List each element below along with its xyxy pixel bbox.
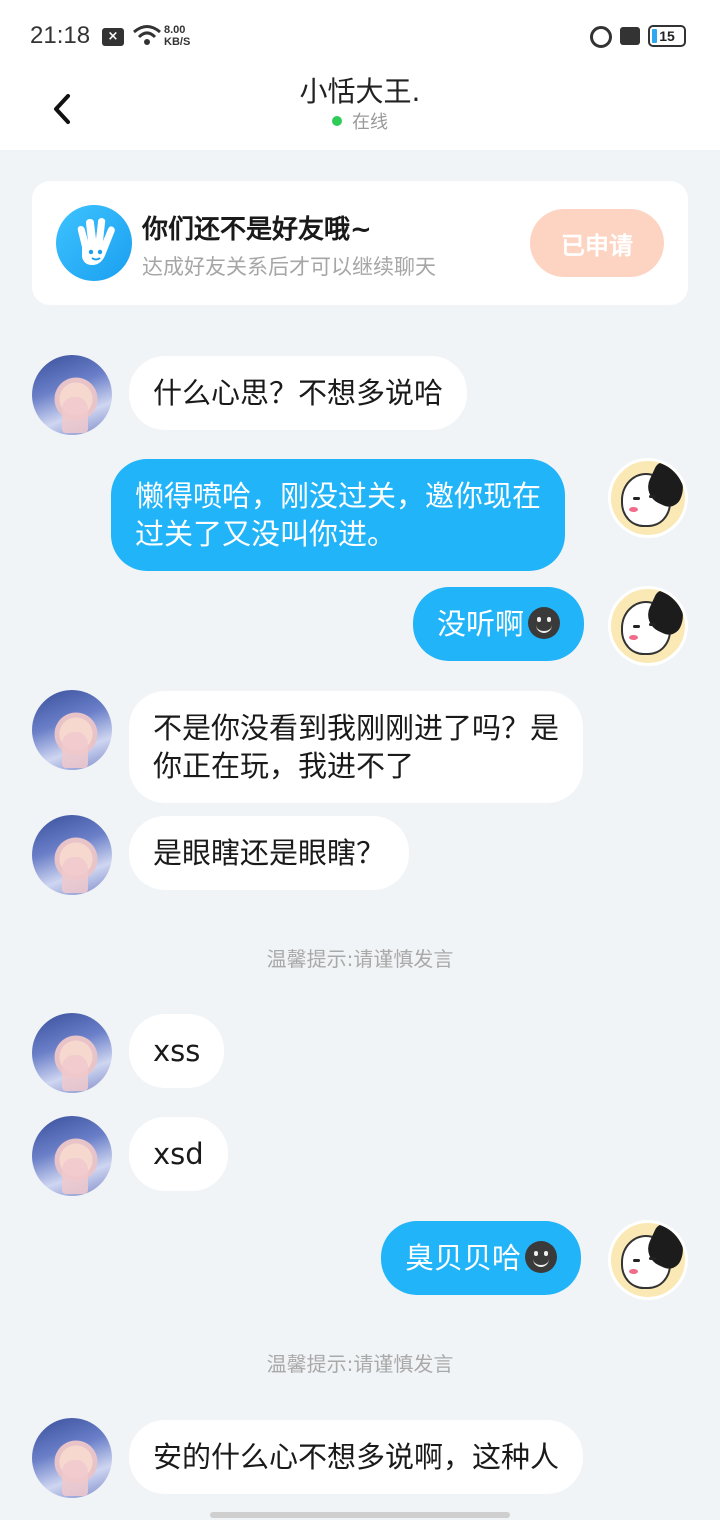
my-avatar[interactable]: [608, 1220, 688, 1300]
message-bubble-received[interactable]: xsd: [129, 1117, 228, 1191]
system-tip: 温馨提示:请谨慎发言: [266, 1352, 454, 1376]
contact-avatar[interactable]: [32, 1418, 112, 1498]
contact-avatar[interactable]: [32, 690, 112, 770]
dark-smile-emoji-icon: [528, 607, 561, 639]
notification-x-icon: ×: [102, 28, 124, 46]
message-bubble-received[interactable]: 是眼瞎还是眼瞎？: [129, 816, 410, 890]
chat-title: 小恬大王.: [299, 75, 421, 108]
friend-request-card: 你们还不是好友哦~ 达成好友关系后才可以继续聊天 已申请: [32, 181, 688, 305]
message-muted-icon: [620, 27, 640, 45]
dark-smile-emoji-icon: [525, 1241, 558, 1273]
message-bubble-sent[interactable]: 懒得喷哈，刚没过关，邀你现在 过关了又没叫你进。: [111, 459, 566, 571]
my-avatar[interactable]: [608, 586, 688, 666]
message-bubble-received[interactable]: xss: [129, 1014, 225, 1088]
message-bubble-received[interactable]: 安的什么心不想多说啊，这种人: [129, 1420, 584, 1494]
network-speed: 8.00 KB/S: [164, 24, 191, 48]
message-line: 懒得喷哈，刚没过关，邀你现在: [135, 479, 542, 513]
status-bar: 21:18 × 8.00 KB/S 15: [0, 0, 720, 68]
message-bubble-received[interactable]: 不是你没看到我刚刚进了吗？是 你正在玩，我进不了: [129, 691, 584, 803]
my-avatar[interactable]: [608, 458, 688, 538]
message-bubble-sent[interactable]: 没听啊: [413, 587, 585, 661]
online-dot-icon: [332, 116, 342, 126]
friend-card-title: 你们还不是好友哦~: [142, 215, 372, 245]
status-time: 21:18: [30, 22, 91, 49]
data-saver-icon: [590, 26, 612, 48]
battery-icon: 15: [648, 25, 686, 47]
contact-avatar[interactable]: [32, 1116, 112, 1196]
online-status: 在线: [0, 108, 720, 134]
message-line: 不是你没看到我刚刚进了吗？是: [153, 711, 560, 745]
contact-avatar[interactable]: [32, 1013, 112, 1093]
wifi-icon: [132, 24, 162, 50]
home-indicator[interactable]: [210, 1512, 510, 1518]
chat-header: 小恬大王. 在线: [0, 68, 720, 150]
friend-card-subtitle: 达成好友关系后才可以继续聊天: [142, 255, 436, 279]
wave-hand-icon: [56, 205, 132, 281]
contact-avatar[interactable]: [32, 815, 112, 895]
message-line: 过关了又没叫你进。: [135, 517, 397, 551]
message-bubble-sent[interactable]: 臭贝贝哈: [381, 1221, 582, 1295]
message-line: 你正在玩，我进不了: [153, 749, 415, 783]
applied-button[interactable]: 已申请: [530, 209, 664, 277]
contact-avatar[interactable]: [32, 355, 112, 435]
system-tip: 温馨提示:请谨慎发言: [266, 947, 454, 971]
message-bubble-received[interactable]: 什么心思？不想多说哈: [129, 356, 468, 430]
